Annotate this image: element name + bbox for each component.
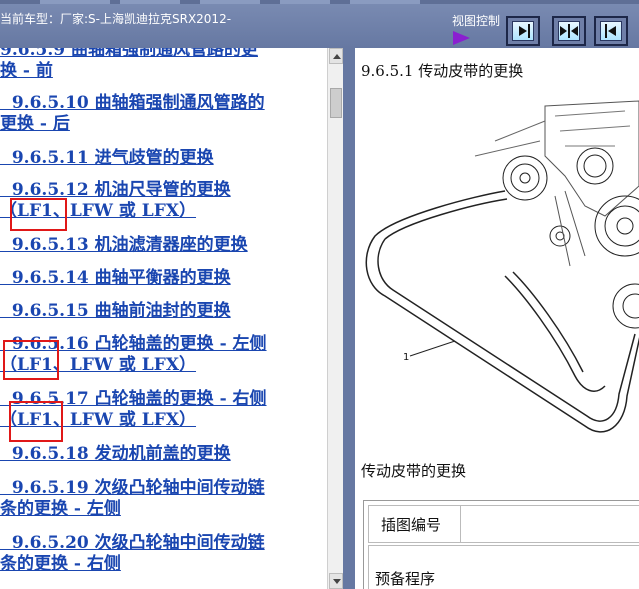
- chevron-up-icon: [333, 54, 341, 59]
- split-arrows-icon: [558, 21, 580, 41]
- section-title: 9.6.5.1 传动皮带的更换: [361, 62, 524, 80]
- toc-link-9-6-5-18[interactable]: 9.6.5.18 发动机前盖的更换: [0, 444, 322, 465]
- toc-link-line: 9.6.5.18 发动机前盖的更换: [0, 444, 231, 464]
- content-pane: 9.6.5.1 传动皮带的更换 1 传动皮带的更换 插图编号 预备程序: [355, 48, 639, 589]
- info-table: 插图编号 预备程序: [363, 500, 639, 589]
- toc-scrollbar[interactable]: [327, 48, 343, 589]
- table-row: 插图编号: [368, 505, 639, 543]
- toc-link-line: 更换 - 后: [0, 114, 70, 134]
- prep-procedure-label: 预备程序: [375, 570, 436, 588]
- toc-link-9-6-5-15[interactable]: 9.6.5.15 曲轴前油封的更换: [0, 301, 322, 322]
- toc-link-line: 9.6.5.19 次级凸轮轴中间传动链: [0, 478, 265, 498]
- toc-link-line: 9.6.5.11 进气歧管的更换: [0, 148, 214, 168]
- scroll-thumb[interactable]: [330, 88, 342, 118]
- expand-right-button[interactable]: [506, 16, 540, 46]
- toc-link-9-6-5-10[interactable]: 9.6.5.10 曲轴箱强制通风管路的 更换 - 后: [0, 93, 322, 135]
- view-control-arrow-icon: [453, 31, 470, 45]
- split-view-button[interactable]: [552, 16, 586, 46]
- current-vehicle-label: 当前车型：厂家:S-上海凯迪拉克SRX2012-: [0, 12, 232, 26]
- diagram-caption: 传动皮带的更换: [361, 462, 467, 480]
- scroll-up-button[interactable]: [329, 48, 343, 64]
- pane-splitter[interactable]: [343, 48, 355, 589]
- toc-link-9-6-5-13[interactable]: 9.6.5.13 机油滤清器座的更换: [0, 235, 322, 256]
- toc-link-line: 条的更换 - 左侧: [0, 499, 121, 519]
- toc-link-line: 9.6.5.15 曲轴前油封的更换: [0, 301, 231, 321]
- table-row: 预备程序: [368, 545, 639, 589]
- toc-link-9-6-5-19[interactable]: 9.6.5.19 次级凸轮轴中间传动链 条的更换 - 左侧: [0, 478, 322, 520]
- toc-link-line: 9.6.5.20 次级凸轮轴中间传动链: [0, 533, 265, 553]
- toc-link-line: 9.6.5.10 曲轴箱强制通风管路的: [0, 93, 265, 113]
- toc-link-9-6-5-9[interactable]: 9.6.5.9 曲轴箱强制通风管路的更 换 - 前: [0, 48, 322, 82]
- toc-link-9-6-5-14[interactable]: 9.6.5.14 曲轴平衡器的更换: [0, 268, 322, 289]
- view-control-label: 视图控制: [452, 14, 501, 28]
- toc-link-line: 条的更换 - 右侧: [0, 554, 121, 574]
- highlight-box: [10, 198, 67, 231]
- toc-link-line: 9.6.5.9 曲轴箱强制通风管路的更: [0, 48, 258, 60]
- chevron-down-icon: [333, 579, 341, 584]
- toc-link-9-6-5-11[interactable]: 9.6.5.11 进气歧管的更换: [0, 148, 322, 169]
- highlight-box: [3, 340, 59, 380]
- arrow-to-left-icon: [600, 21, 622, 41]
- toc-link-line: 换 - 前: [0, 61, 53, 81]
- highlight-box: [9, 401, 63, 442]
- drive-belt-diagram: 1: [365, 100, 639, 433]
- top-toolbar: 当前车型：厂家:S-上海凯迪拉克SRX2012- 视图控制: [0, 0, 639, 48]
- diagram-callout-label: 1: [403, 352, 409, 363]
- toc-link-9-6-5-20[interactable]: 9.6.5.20 次级凸轮轴中间传动链 条的更换 - 右侧: [0, 533, 322, 575]
- table-header-cell: 插图编号: [369, 506, 461, 542]
- scroll-down-button[interactable]: [329, 573, 343, 589]
- toc-pane: 9.6.5.9 曲轴箱强制通风管路的更 换 - 前 9.6.5.10 曲轴箱强制…: [0, 48, 327, 589]
- toc-link-line: 9.6.5.14 曲轴平衡器的更换: [0, 268, 231, 288]
- toc-link-line: 9.6.5.13 机油滤清器座的更换: [0, 235, 248, 255]
- tab-strip: [0, 0, 639, 4]
- expand-left-button[interactable]: [594, 16, 628, 46]
- arrow-to-right-icon: [512, 21, 534, 41]
